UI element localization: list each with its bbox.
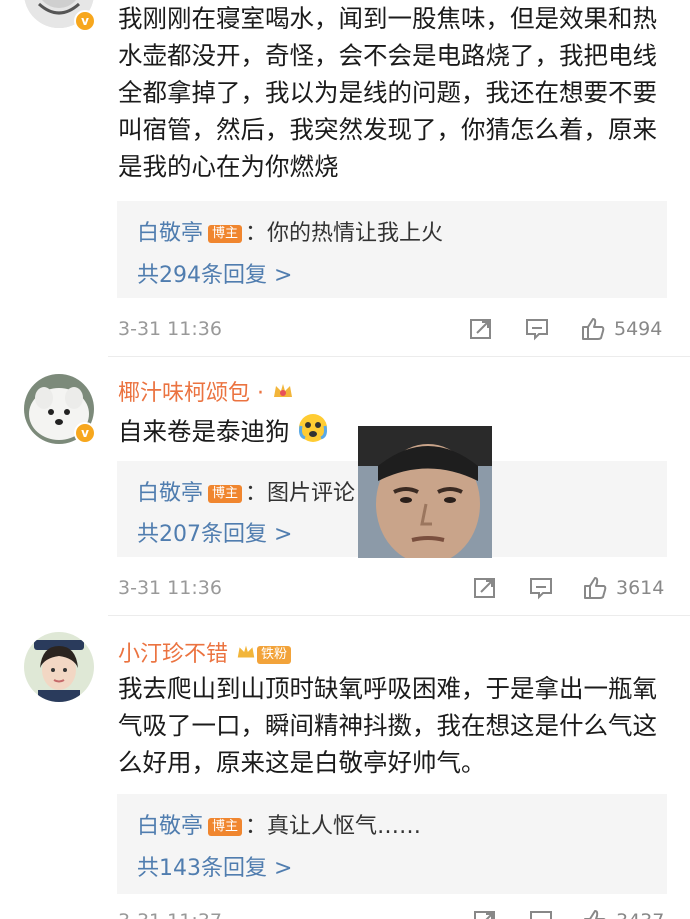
comment-icon bbox=[530, 911, 552, 919]
comment-button[interactable] bbox=[528, 573, 554, 603]
username[interactable]: 小汀珍不错 铁粉 bbox=[118, 636, 294, 669]
host-badge: 博主 bbox=[208, 225, 243, 243]
comment-meta: 3-31 11:36 5494 bbox=[118, 314, 668, 344]
reply-count-link[interactable]: 共207条回复 > bbox=[137, 516, 292, 548]
verified-badge-icon: v bbox=[74, 422, 96, 444]
username-text: 小汀珍不错 bbox=[118, 642, 229, 667]
like-button[interactable]: 3437 bbox=[582, 906, 664, 919]
reply-author[interactable]: 白敬亭 bbox=[137, 814, 203, 839]
verified-badge-icon: v bbox=[74, 10, 96, 32]
reply-text: ：真让人怄气…… bbox=[245, 814, 422, 839]
meme-face-image bbox=[358, 426, 492, 558]
username-text: 椰汁味柯颂包 · bbox=[118, 381, 264, 406]
thumbs-up-icon bbox=[582, 318, 605, 340]
share-icon bbox=[474, 911, 495, 919]
comment-text-content: 自来卷是泰迪狗 bbox=[118, 417, 290, 446]
reply-author[interactable]: 白敬亭 bbox=[137, 481, 203, 506]
reply-author[interactable]: 白敬亭 bbox=[137, 221, 203, 246]
like-count: 3437 bbox=[616, 910, 664, 919]
timestamp: 3-31 11:37 bbox=[118, 910, 222, 919]
thumbs-up-icon bbox=[584, 910, 606, 919]
like-count: 3614 bbox=[616, 577, 665, 599]
reply-line: 白敬亭 博主 ：图片评论 bbox=[137, 475, 355, 507]
reply-count-link[interactable]: 共143条回复 > bbox=[137, 850, 292, 882]
comment-text: 我去爬山到山顶时缺氧呼吸困难，于是拿出一瓶氧气吸了一口，瞬间精神抖擞，我在想这是… bbox=[118, 674, 657, 777]
comment-meta: 3-31 11:36 3614 bbox=[118, 573, 668, 603]
reply-preview[interactable]: 白敬亭 博主 ：真让人怄气…… 共143条回复 > bbox=[117, 794, 667, 894]
comment-item: v 椰汁味柯颂包 · 自来卷是泰迪狗 白敬亭 博主 ：图片评论 共207条回复 > … bbox=[0, 357, 690, 616]
comment-image[interactable] bbox=[358, 426, 492, 558]
fan-crown-icon bbox=[235, 641, 257, 669]
comment-button[interactable] bbox=[528, 906, 554, 919]
host-badge: 博主 bbox=[208, 818, 243, 836]
like-count: 5494 bbox=[614, 318, 663, 340]
comment-item: 小汀珍不错 铁粉 我去爬山到山顶时缺氧呼吸困难，于是拿出一瓶氧气吸了一口，瞬间精… bbox=[0, 616, 690, 919]
fan-crown-icon bbox=[271, 379, 295, 409]
reply-text: ：图片评论 bbox=[245, 481, 356, 506]
avatar[interactable] bbox=[24, 632, 94, 702]
share-icon bbox=[470, 319, 491, 339]
fan-badge: 铁粉 bbox=[257, 646, 292, 664]
like-button[interactable]: 5494 bbox=[580, 314, 662, 344]
avatar-image bbox=[24, 632, 94, 702]
timestamp: 3-31 11:36 bbox=[118, 577, 222, 599]
reply-count-link[interactable]: 共294条回复 > bbox=[137, 257, 292, 289]
host-badge: 博主 bbox=[208, 485, 243, 503]
share-button[interactable] bbox=[472, 906, 498, 919]
comment-button[interactable] bbox=[524, 314, 550, 344]
timestamp: 3-31 11:36 bbox=[118, 318, 222, 340]
emoji-icon bbox=[297, 412, 329, 454]
share-icon bbox=[474, 578, 495, 598]
comment-text: 我刚刚在寝室喝水，闻到一股焦味，但是效果和热水壶都没开，奇怪，会不会是电路烧了，… bbox=[118, 4, 657, 181]
reply-line: 白敬亭 博主 ：你的热情让我上火 bbox=[137, 215, 443, 247]
comment-icon bbox=[530, 578, 552, 600]
comment-meta: 3-31 11:37 3437 bbox=[118, 906, 668, 919]
share-button[interactable] bbox=[472, 573, 498, 603]
share-button[interactable] bbox=[468, 314, 494, 344]
reply-text: ：你的热情让我上火 bbox=[245, 221, 444, 246]
thumbs-up-icon bbox=[584, 577, 607, 599]
comment-icon bbox=[526, 319, 548, 341]
reply-preview[interactable]: 白敬亭 博主 ：你的热情让我上火 共294条回复 > bbox=[117, 201, 667, 298]
comment-item: v 我刚刚在寝室喝水，闻到一股焦味，但是效果和热水壶都没开，奇怪，会不会是电路烧… bbox=[0, 0, 690, 356]
like-button[interactable]: 3614 bbox=[582, 573, 664, 603]
username[interactable]: 椰汁味柯颂包 · bbox=[118, 375, 295, 409]
reply-line: 白敬亭 博主 ：真让人怄气…… bbox=[137, 808, 421, 840]
